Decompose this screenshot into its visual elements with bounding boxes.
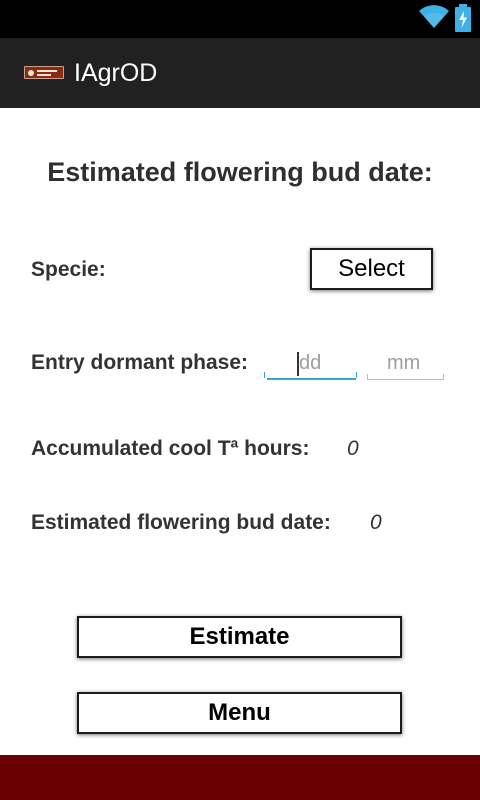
bud-date-label: Estimated flowering bud date:	[31, 511, 331, 534]
cool-hours-value: 0	[347, 437, 359, 460]
footer-bar	[0, 755, 480, 800]
menu-button[interactable]: Menu	[77, 692, 402, 734]
specie-select-button[interactable]: Select	[310, 248, 433, 290]
logo-text-line	[37, 74, 51, 76]
wifi-icon	[419, 5, 449, 29]
month-placeholder: mm	[387, 352, 421, 374]
month-input[interactable]: mm	[367, 346, 444, 380]
app-logo	[24, 66, 64, 79]
estimate-button[interactable]: Estimate	[77, 616, 402, 658]
logo-text-line	[37, 70, 57, 72]
app-title: IAgrOD	[74, 59, 158, 87]
day-placeholder: dd	[299, 352, 322, 374]
page-heading: Estimated flowering bud date:	[47, 157, 433, 187]
status-bar	[0, 0, 480, 38]
specie-label: Specie:	[31, 258, 106, 281]
action-bar	[0, 38, 480, 108]
cool-hours-label: Accumulated cool Tª hours:	[31, 437, 310, 460]
logo-mark	[28, 70, 34, 76]
entry-dormant-phase-label: Entry dormant phase:	[31, 351, 249, 374]
bud-date-value: 0	[370, 511, 382, 534]
day-input[interactable]: dd	[264, 346, 357, 380]
battery-charging-icon	[455, 4, 471, 32]
